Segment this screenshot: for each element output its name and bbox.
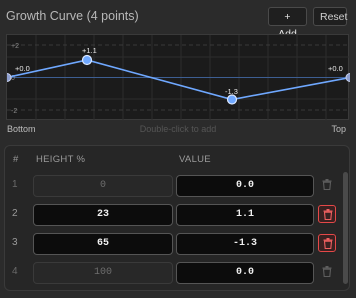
- point-label-1: +0.0: [15, 64, 30, 73]
- delete-button-disabled: [318, 263, 336, 281]
- point-label-3: -1.3: [225, 87, 238, 96]
- table-row: 3 65 -1.3: [5, 230, 349, 258]
- value-input[interactable]: 0.0: [176, 262, 314, 284]
- panel-title: Growth Curve (4 points): [6, 9, 139, 23]
- trash-icon: [322, 179, 332, 190]
- value-input[interactable]: 1.1: [176, 204, 314, 226]
- table-scrollbar[interactable]: [343, 172, 348, 284]
- curve-point-1[interactable]: [7, 73, 12, 82]
- value-input[interactable]: -1.3: [176, 233, 314, 255]
- height-input[interactable]: 23: [33, 204, 173, 226]
- column-header-height: HEIGHT %: [36, 154, 86, 165]
- row-index: 4: [12, 266, 18, 277]
- column-header-value: VALUE: [179, 154, 211, 165]
- points-table: # HEIGHT % VALUE 1 0 0.0 2 23 1.1 3 65 -: [4, 145, 350, 291]
- curve-graph[interactable]: +2 0 -2 +0.0 +1.1 -1.3 +0.0: [6, 34, 350, 121]
- curve-line: [7, 59, 350, 101]
- y-tick-plus2: +2: [11, 43, 19, 50]
- table-row: 1 0 0.0: [5, 172, 349, 200]
- delete-row-button[interactable]: [318, 234, 336, 252]
- point-label-4: +0.0: [328, 64, 343, 73]
- y-tick-minus2: -2: [11, 108, 17, 115]
- trash-icon: [322, 266, 332, 277]
- height-input: 0: [33, 175, 173, 197]
- column-header-index: #: [13, 154, 19, 165]
- table-row: 2 23 1.1: [5, 201, 349, 229]
- row-index: 1: [12, 179, 18, 190]
- graph-hint: Double-click to add: [139, 124, 217, 134]
- panel-header: Growth Curve (4 points) + Add Reset: [0, 0, 356, 40]
- axis-top-label: Top: [331, 124, 346, 134]
- point-label-2: +1.1: [82, 46, 97, 55]
- height-input: 100: [33, 262, 173, 284]
- row-index: 3: [12, 237, 18, 248]
- add-point-button[interactable]: + Add: [268, 7, 307, 40]
- reset-button[interactable]: Reset: [313, 7, 347, 26]
- axis-bottom-label: Bottom: [7, 124, 36, 134]
- delete-row-button[interactable]: [318, 205, 336, 223]
- table-row: 4 100 0.0: [5, 259, 349, 287]
- curve-graph-svg: +2 0 -2 +0.0 +1.1 -1.3 +0.0: [7, 35, 350, 121]
- delete-button-disabled: [318, 176, 336, 194]
- value-input[interactable]: 0.0: [176, 175, 314, 197]
- trash-icon: [323, 209, 333, 220]
- height-input[interactable]: 65: [33, 233, 173, 255]
- curve-point-2[interactable]: [81, 54, 93, 66]
- row-index: 2: [12, 208, 18, 219]
- curve-point-4[interactable]: [345, 73, 350, 82]
- curve-point-3[interactable]: [226, 94, 238, 105]
- trash-icon: [323, 238, 333, 249]
